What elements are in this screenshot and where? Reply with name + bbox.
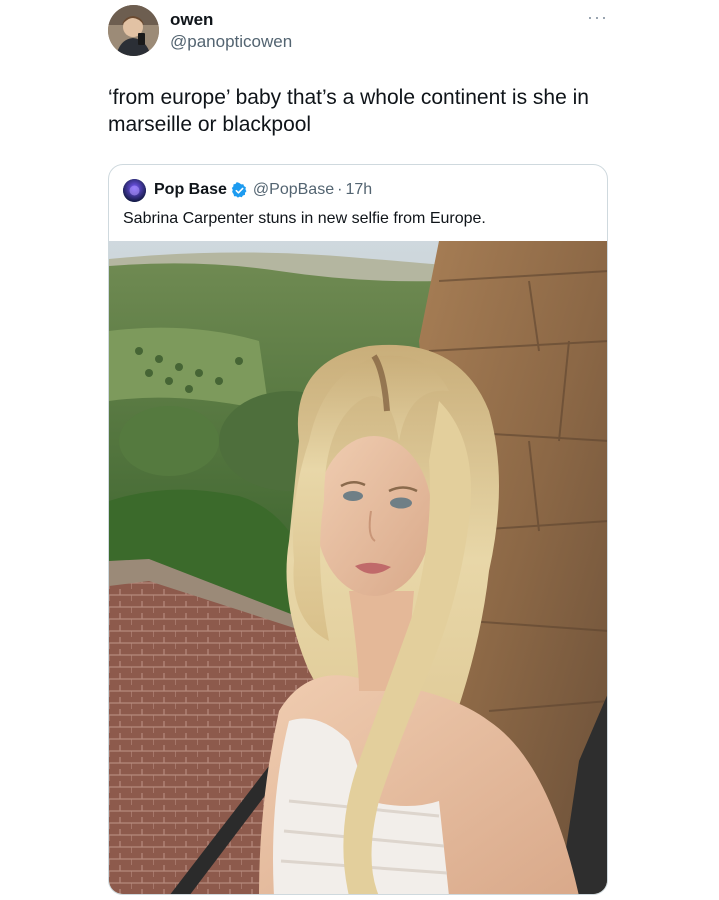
quoted-author-avatar[interactable] [123, 178, 146, 202]
quoted-author-handle[interactable]: @PopBase [253, 181, 334, 199]
quoted-tweet-header: Pop Base @PopBase · 17h [123, 178, 372, 202]
author-avatar[interactable] [108, 5, 159, 56]
more-options-icon[interactable]: ··· [587, 8, 608, 26]
verified-badge-icon [231, 181, 248, 199]
tweet-text: ‘from europe’ baby that’s a whole contin… [108, 86, 589, 136]
author-handle[interactable]: @panopticowen [170, 32, 292, 52]
quoted-tweet-card[interactable]: Pop Base @PopBase · 17h Sabrina Carpente… [108, 164, 608, 895]
separator-dot: · [337, 181, 343, 198]
quoted-author-name[interactable]: Pop Base [154, 181, 227, 199]
quoted-tweet-time[interactable]: 17h [345, 181, 372, 199]
quoted-tweet-text: Sabrina Carpenter stuns in new selfie fr… [123, 210, 486, 227]
quoted-tweet-photo[interactable] [109, 241, 607, 894]
author-name[interactable]: owen [170, 10, 213, 30]
